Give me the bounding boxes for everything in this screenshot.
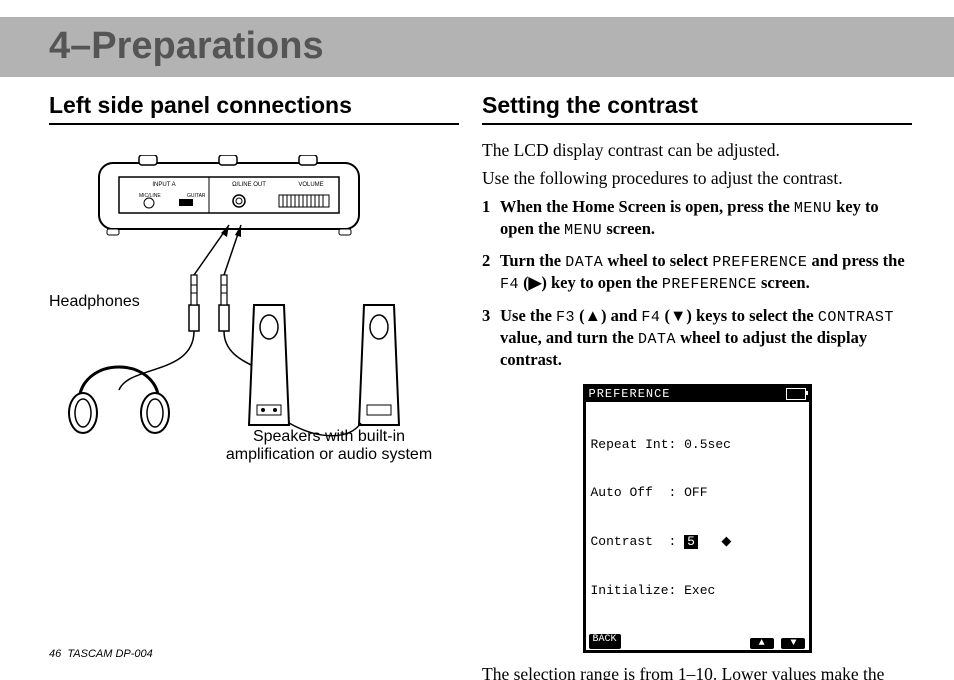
speaker-left-icon (249, 305, 289, 425)
speakers-label-line2: amplification or audio system (226, 446, 432, 463)
headphones-label: Headphones (49, 293, 140, 311)
jack-plug-right-icon (219, 275, 229, 331)
lcd-body: Repeat Int: 0.5sec Auto Off : OFF Contra… (585, 402, 810, 633)
intro-2: Use the following procedures to adjust t… (482, 167, 912, 189)
step-1: 1 When the Home Screen is open, press th… (482, 196, 912, 240)
left-column: Left side panel connections INPUT A Ω/LI… (49, 92, 459, 475)
product-name: TASCAM DP-004 (67, 648, 152, 660)
speakers-label: Speakers with built-in amplification or … (209, 428, 449, 465)
lcd-title-bar: PREFERENCE (585, 386, 810, 402)
page-number: 46 (49, 648, 61, 660)
page: 4–Preparations Left side panel connectio… (0, 0, 954, 680)
lcd-screenshot: PREFERENCE Repeat Int: 0.5sec Auto Off :… (583, 384, 812, 653)
lcd-soft-up: ▲ (750, 638, 774, 649)
page-footer: 46 TASCAM DP-004 (49, 648, 153, 660)
diagram-svg: INPUT A Ω/LINE OUT VOLUME MIC/LINE GUITA… (49, 155, 429, 475)
step-3: 3 Use the F3 (▲) and F4 (▼) keys to sele… (482, 305, 912, 370)
lcd-row-init: Initialize: Exec (591, 583, 804, 599)
steps-list: 1 When the Home Screen is open, press th… (482, 196, 912, 370)
panel-label-input-a: INPUT A (152, 182, 175, 188)
speaker-right-icon (359, 305, 399, 425)
left-heading: Left side panel connections (49, 92, 459, 125)
speakers-label-line1: Speakers with built-in (253, 428, 405, 445)
closing-paragraph: The selection range is from 1–10. Lower … (482, 663, 912, 680)
volume-wheel-icon (279, 195, 329, 207)
lcd-row-autooff: Auto Off : OFF (591, 485, 804, 501)
lcd-row-contrast: Contrast : 5 ◆ (591, 534, 804, 550)
panel-label-volume: VOLUME (298, 182, 323, 188)
connection-diagram: INPUT A Ω/LINE OUT VOLUME MIC/LINE GUITA… (49, 155, 429, 475)
lcd-softkeys: BACK ▲ ▼ (585, 633, 810, 651)
right-column: Setting the contrast The LCD display con… (482, 92, 912, 680)
lcd-soft-back: BACK (589, 634, 621, 649)
intro-1: The LCD display contrast can be adjusted… (482, 139, 912, 161)
jack-plug-left-icon (189, 275, 199, 331)
battery-icon (786, 388, 806, 400)
headphones-icon (69, 367, 169, 433)
lcd-row-repeat: Repeat Int: 0.5sec (591, 437, 804, 453)
right-heading: Setting the contrast (482, 92, 912, 125)
panel-label-guitar: GUITAR (187, 193, 206, 199)
panel-label-line-out: Ω/LINE OUT (232, 182, 266, 188)
lcd-contrast-value: 5 (684, 535, 698, 549)
step-2: 2 Turn the DATA wheel to select PREFEREN… (482, 250, 912, 294)
lcd-title-text: PREFERENCE (589, 387, 671, 401)
lcd-soft-down: ▼ (781, 638, 805, 649)
chapter-title: 4–Preparations (49, 25, 324, 68)
